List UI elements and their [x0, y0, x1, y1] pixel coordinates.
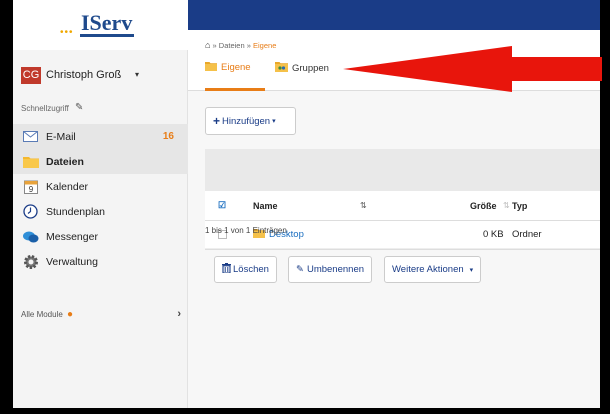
screen: ••• IServ CG Christoph Groß ▾ Schnellzug…: [0, 0, 610, 414]
annotation-arrow: [343, 46, 602, 92]
